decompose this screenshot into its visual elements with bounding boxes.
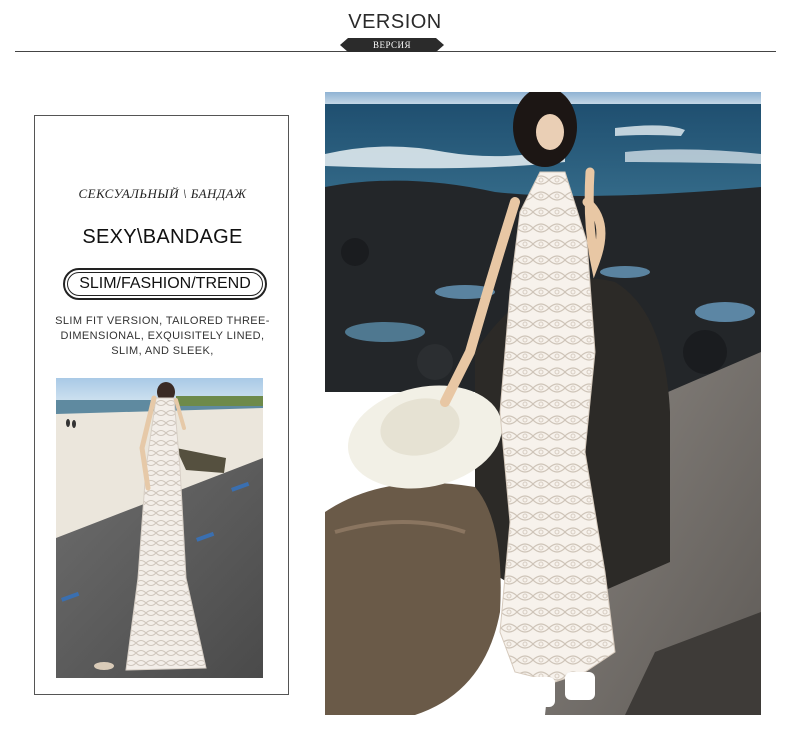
- pill-text: SLIM/FASHION/TREND: [79, 275, 251, 292]
- feature-card: СЕКСУАЛЬНЫЙ \ БАНДАЖ SEXY\BANDAGE SLIM/F…: [34, 115, 289, 695]
- header-title: VERSION: [348, 11, 442, 33]
- card-title: SEXY\BANDAGE: [82, 226, 243, 248]
- header-subtitle: ВЕРСИЯ: [372, 40, 412, 50]
- card-description: SLIM FIT VERSION, TAILORED THREE-DIMENSI…: [55, 315, 270, 357]
- feature-pill: SLIM/FASHION/TREND: [63, 268, 267, 300]
- small-product-photo: [56, 378, 263, 678]
- header-tag: ВЕРСИЯ: [340, 38, 444, 52]
- large-product-photo: [325, 87, 761, 715]
- card-subtitle: СЕКСУАЛЬНЫЙ \ БАНДАЖ: [78, 186, 247, 201]
